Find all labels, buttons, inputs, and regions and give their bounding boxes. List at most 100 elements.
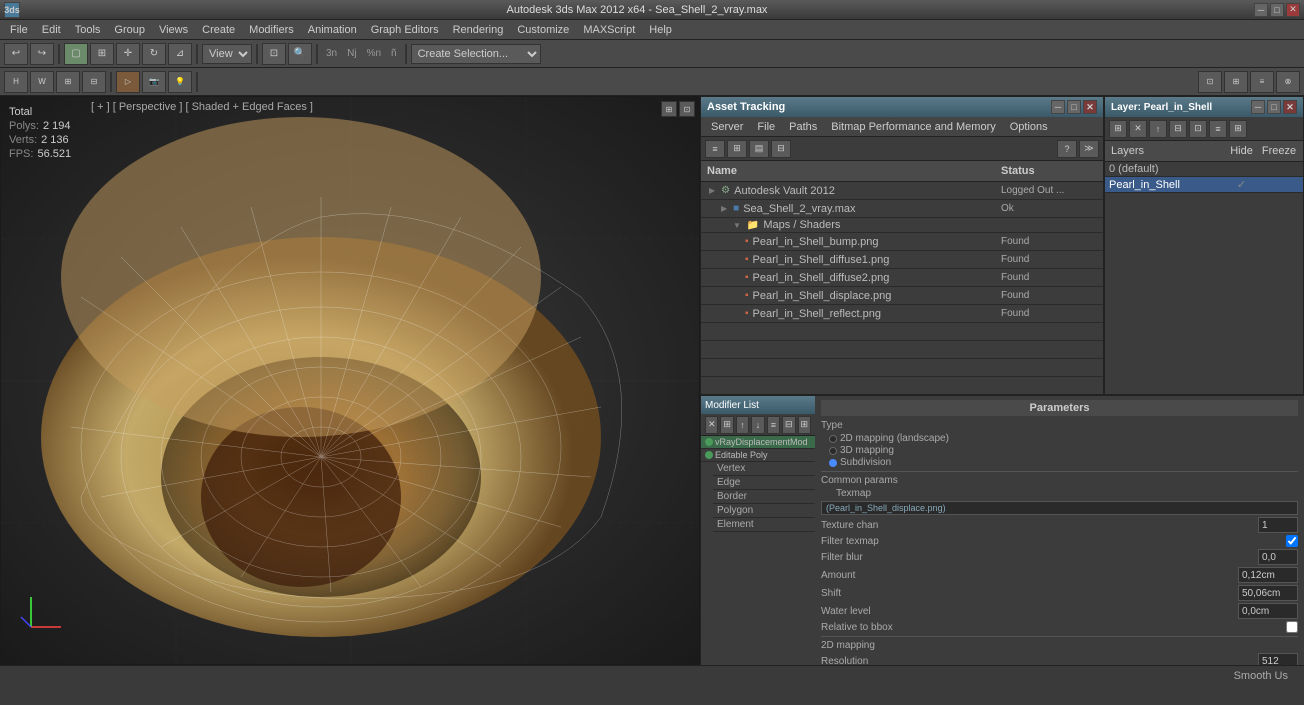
viewport-icon-2[interactable]: ⊡ — [679, 101, 695, 117]
sub-polygon[interactable]: Polygon — [713, 504, 815, 518]
sub-element[interactable]: Element — [713, 518, 815, 532]
modifier-tb-7[interactable]: ⊞ — [798, 416, 811, 434]
layers-tb-2[interactable]: ✕ — [1129, 120, 1147, 138]
tb2-btn-4[interactable]: ⊟ — [82, 71, 106, 93]
filter-blur-input[interactable] — [1258, 549, 1298, 565]
layers-tb-7[interactable]: ⊞ — [1229, 120, 1247, 138]
menu-file[interactable]: File — [4, 22, 34, 38]
menu-create[interactable]: Create — [196, 22, 241, 38]
asset-tb-btn-3[interactable]: ▤ — [749, 140, 769, 158]
viewport[interactable]: Total Polys: 2 194 Verts: 2 136 FPS: 56.… — [0, 96, 700, 665]
menu-edit[interactable]: Edit — [36, 22, 67, 38]
modifier-tb-6[interactable]: ⊟ — [782, 416, 795, 434]
shift-input[interactable] — [1238, 585, 1298, 601]
type-radio-subdiv[interactable]: Subdivision — [829, 457, 1298, 468]
sub-border[interactable]: Border — [713, 490, 815, 504]
move-button[interactable]: ✛ — [116, 43, 140, 65]
menu-tools[interactable]: Tools — [69, 22, 107, 38]
scale-button[interactable]: ⊿ — [168, 43, 192, 65]
rotate-button[interactable]: ↻ — [142, 43, 166, 65]
select-object-button[interactable]: ▢ — [64, 43, 88, 65]
viewport-icon-1[interactable]: ⊞ — [661, 101, 677, 117]
filter-texmap-checkbox[interactable] — [1286, 535, 1298, 547]
tb2-right-3[interactable]: ≡ — [1250, 71, 1274, 93]
asset-row-diffuse1[interactable]: ▪ Pearl_in_Shell_diffuse1.png Found — [701, 251, 1103, 269]
tb2-btn-1[interactable]: H — [4, 71, 28, 93]
menu-help[interactable]: Help — [643, 22, 678, 38]
asset-row-reflect[interactable]: ▪ Pearl_in_Shell_reflect.png Found — [701, 305, 1103, 323]
menu-modifiers[interactable]: Modifiers — [243, 22, 300, 38]
modifier-tb-1[interactable]: ✕ — [705, 416, 718, 434]
asset-tb-more[interactable]: ≫ — [1079, 140, 1099, 158]
menu-animation[interactable]: Animation — [302, 22, 363, 38]
layers-panel-close[interactable]: ✕ — [1283, 100, 1297, 114]
type-radio-2d[interactable]: 2D mapping (landscape) — [829, 433, 1298, 444]
tb2-btn-3[interactable]: ⊞ — [56, 71, 80, 93]
modifier-tb-4[interactable]: ↓ — [751, 416, 764, 434]
asset-menu-file[interactable]: File — [751, 119, 781, 135]
asset-row-maps[interactable]: ▼ 📁 Maps / Shaders — [701, 218, 1103, 233]
modifier-tb-3[interactable]: ↑ — [736, 416, 749, 434]
zoom-button[interactable]: 🔍 — [288, 43, 312, 65]
sub-vertex[interactable]: Vertex — [713, 462, 815, 476]
asset-panel-close[interactable]: ✕ — [1083, 100, 1097, 114]
texmap-value[interactable]: (Pearl_in_Shell_displace.png) — [821, 501, 1298, 515]
layers-panel-controls[interactable]: ─ □ ✕ — [1251, 100, 1297, 114]
minimize-button[interactable]: ─ — [1254, 3, 1268, 17]
asset-tb-btn-2[interactable]: ⊞ — [727, 140, 747, 158]
title-bar-controls[interactable]: ─ □ ✕ — [1254, 3, 1300, 17]
layers-panel-max[interactable]: □ — [1267, 100, 1281, 114]
tb2-right-1[interactable]: ⊡ — [1198, 71, 1222, 93]
asset-tb-btn-1[interactable]: ≡ — [705, 140, 725, 158]
amount-input[interactable] — [1238, 567, 1298, 583]
texture-chan-input[interactable] — [1258, 517, 1298, 533]
asset-menu-bitmap[interactable]: Bitmap Performance and Memory — [825, 119, 1001, 135]
modifier-item-edpoly[interactable]: Editable Poly — [701, 449, 815, 462]
menu-group[interactable]: Group — [108, 22, 151, 38]
layers-tb-4[interactable]: ⊟ — [1169, 120, 1187, 138]
asset-panel-controls[interactable]: ─ □ ✕ — [1051, 100, 1097, 114]
modifier-item-vray[interactable]: vRayDisplacementMod — [701, 436, 815, 449]
resolution-input[interactable] — [1258, 653, 1298, 665]
asset-row-maxfile[interactable]: ▶ ■ Sea_Shell_2_vray.max Ok — [701, 200, 1103, 218]
relative-bbox-checkbox[interactable] — [1286, 621, 1298, 633]
redo-button[interactable]: ↪ — [30, 43, 54, 65]
create-selection-dropdown[interactable]: Create Selection... — [411, 44, 541, 64]
tb2-right-4[interactable]: ⊗ — [1276, 71, 1300, 93]
close-button[interactable]: ✕ — [1286, 3, 1300, 17]
asset-menu-server[interactable]: Server — [705, 119, 749, 135]
tb2-btn-2[interactable]: W — [30, 71, 54, 93]
maximize-button[interactable]: □ — [1270, 3, 1284, 17]
asset-menu-paths[interactable]: Paths — [783, 119, 823, 135]
tb2-light-btn[interactable]: 💡 — [168, 71, 192, 93]
zoom-extents-button[interactable]: ⊡ — [262, 43, 286, 65]
asset-row-bump[interactable]: ▪ Pearl_in_Shell_bump.png Found — [701, 233, 1103, 251]
sub-edge[interactable]: Edge — [713, 476, 815, 490]
menu-rendering[interactable]: Rendering — [447, 22, 510, 38]
asset-tb-help[interactable]: ? — [1057, 140, 1077, 158]
asset-panel-max[interactable]: □ — [1067, 100, 1081, 114]
type-radio-3d[interactable]: 3D mapping — [829, 445, 1298, 456]
menu-maxscript[interactable]: MAXScript — [577, 22, 641, 38]
tb2-render-btn[interactable]: ▷ — [116, 71, 140, 93]
menu-customize[interactable]: Customize — [511, 22, 575, 38]
select-region-button[interactable]: ⊞ — [90, 43, 114, 65]
asset-row-displace[interactable]: ▪ Pearl_in_Shell_displace.png Found — [701, 287, 1103, 305]
layers-tb-1[interactable]: ⊞ — [1109, 120, 1127, 138]
layers-tb-6[interactable]: ≡ — [1209, 120, 1227, 138]
layers-row-pearl[interactable]: Pearl_in_Shell ✓ — [1105, 177, 1303, 193]
tb2-right-2[interactable]: ⊞ — [1224, 71, 1248, 93]
modifier-tb-5[interactable]: ≡ — [767, 416, 780, 434]
undo-button[interactable]: ↩ — [4, 43, 28, 65]
asset-row-vault[interactable]: ▶ ⚙ Autodesk Vault 2012 Logged Out ... — [701, 182, 1103, 200]
layers-tb-5[interactable]: ⊡ — [1189, 120, 1207, 138]
layers-panel-min[interactable]: ─ — [1251, 100, 1265, 114]
asset-row-diffuse2[interactable]: ▪ Pearl_in_Shell_diffuse2.png Found — [701, 269, 1103, 287]
tb2-camera-btn[interactable]: 📷 — [142, 71, 166, 93]
asset-tb-btn-4[interactable]: ⊟ — [771, 140, 791, 158]
menu-views[interactable]: Views — [153, 22, 194, 38]
layers-tb-3[interactable]: ↑ — [1149, 120, 1167, 138]
asset-menu-options[interactable]: Options — [1004, 119, 1054, 135]
modifier-tb-2[interactable]: ⊞ — [720, 416, 733, 434]
menu-graph-editors[interactable]: Graph Editors — [365, 22, 445, 38]
